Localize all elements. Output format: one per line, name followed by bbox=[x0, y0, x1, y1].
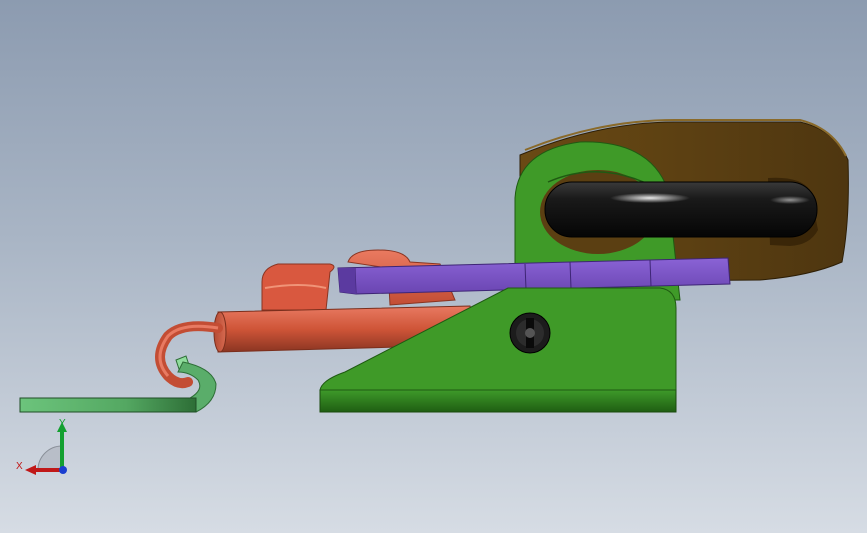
roller-cylinder[interactable] bbox=[544, 181, 818, 238]
base-block[interactable] bbox=[319, 287, 677, 413]
y-axis-label: Y bbox=[59, 418, 66, 429]
orientation-triad[interactable]: Y X bbox=[16, 418, 67, 475]
z-axis-arrow bbox=[59, 466, 67, 474]
x-axis-label: X bbox=[16, 461, 23, 472]
triad-quarter-disc bbox=[37, 445, 63, 471]
cad-viewport[interactable]: Y X bbox=[0, 0, 867, 533]
screw-head[interactable] bbox=[509, 312, 551, 354]
assembly-scene[interactable]: Y X bbox=[0, 0, 867, 533]
